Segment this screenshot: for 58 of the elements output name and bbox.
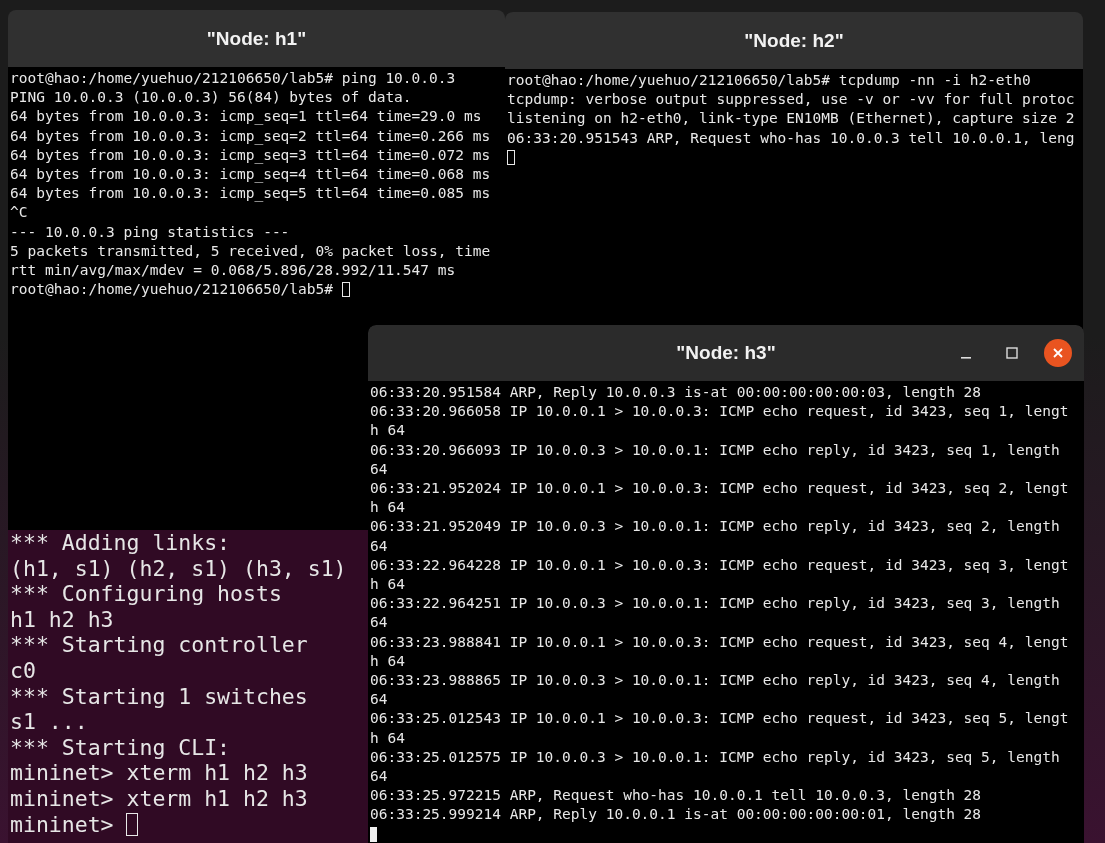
terminal-line: 64 xyxy=(370,690,388,710)
terminal-line: *** Configuring hosts xyxy=(10,581,282,607)
terminal-line: 06:33:25.972215 ARP, Request who-has 10.0.0.1 tell 10.0.0.3, length 28 xyxy=(370,786,982,806)
terminal-line: *** Starting controller xyxy=(10,632,308,658)
terminal-line: 06:33:20.951543 ARP, Request who-has 10.0.0.3 tell 10.0.0.1, leng xyxy=(507,128,1075,148)
terminal-line: 06:33:23.988865 IP 10.0.0.3 > 10.0.0.1: ICMP echo reply, id 3423, seq 4, length xyxy=(370,671,1060,691)
terminal-line: 64 xyxy=(370,613,388,633)
terminal-line: h 64 xyxy=(370,498,405,518)
terminal-line: mininet> xterm h1 h2 h3 xyxy=(10,760,308,786)
terminal-line: 06:33:25.012575 IP 10.0.0.3 > 10.0.0.1: ICMP echo reply, id 3423, seq 5, length xyxy=(370,747,1060,767)
terminal-line: 64 bytes from 10.0.0.3: icmp_seq=2 ttl=64 time=0.266 ms xyxy=(10,126,491,146)
terminal-line: PING 10.0.0.3 (10.0.0.3) 56(84) bytes of data. xyxy=(10,88,412,108)
minimize-icon xyxy=(961,357,971,359)
terminal-line: h 64 xyxy=(370,575,405,595)
terminal-line: 06:33:21.952024 IP 10.0.0.1 > 10.0.0.3: ICMP echo request, id 3423, seq 2, lengt xyxy=(370,479,1069,498)
terminal-line: c0 xyxy=(10,657,36,684)
terminal-line: *** Starting 1 switches xyxy=(10,683,308,710)
window-title: "Node: h3" xyxy=(676,342,776,364)
terminal-line: mininet> xyxy=(10,811,114,838)
terminal-line: 64 xyxy=(370,459,388,479)
terminal-line: mininet> xterm h1 h2 h3 xyxy=(10,785,308,812)
terminal-line: 64 bytes from 10.0.0.3: icmp_seq=3 ttl=64 time=0.072 ms xyxy=(10,145,491,165)
terminal-line: 64 xyxy=(370,536,388,556)
terminal-line: (h1, s1) (h2, s1) (h3, s1) xyxy=(10,555,347,582)
terminal-line: 64 bytes from 10.0.0.3: icmp_seq=4 ttl=64 time=0.068 ms xyxy=(10,165,491,185)
window-title: "Node: h1" xyxy=(206,27,307,50)
terminal-line: 06:33:22.964251 IP 10.0.0.3 > 10.0.0.1: ICMP echo reply, id 3423, seq 3, length xyxy=(370,594,1060,614)
terminal-line: 06:33:20.966093 IP 10.0.0.3 > 10.0.0.1: ICMP echo reply, id 3423, seq 1, length xyxy=(370,440,1060,460)
terminal-line: *** Starting CLI: xyxy=(10,734,231,761)
terminal-line: s1 ... xyxy=(10,709,88,735)
terminal-line: h 64 xyxy=(370,651,405,671)
terminal-line: 64 bytes from 10.0.0.3: icmp_seq=5 ttl=64 time=0.085 ms xyxy=(10,184,491,204)
terminal-line: 06:33:20.966058 IP 10.0.0.1 > 10.0.0.3: ICMP echo request, id 3423, seq 1, lengt xyxy=(370,402,1069,422)
terminal-line: 64 bytes from 10.0.0.3: icmp_seq=1 ttl=64 time=29.0 ms xyxy=(10,107,482,127)
terminal-line: --- 10.0.0.3 ping statistics --- xyxy=(10,222,290,242)
close-icon xyxy=(1052,347,1064,359)
terminal-line: listening on h2-eth0, link-type EN10MB (Ethernet), capture size 2 xyxy=(507,109,1075,129)
terminal-line: h 64 xyxy=(370,421,405,441)
terminal-line: 5 packets transmitted, 5 received, 0% packet loss, time xyxy=(10,241,491,261)
terminal-line: ^C xyxy=(10,203,28,223)
maximize-icon xyxy=(1006,347,1018,359)
window-title: "Node: h2" xyxy=(744,29,844,52)
terminal-line: rtt min/avg/max/mdev = 0.068/5.896/28.992/11.547 ms xyxy=(10,261,456,281)
terminal-line: root@hao:/home/yuehuo/212106650/lab5# tcpdump -nn -i h2-eth0 xyxy=(507,71,1031,90)
terminal-line: 06:33:22.964228 IP 10.0.0.1 > 10.0.0.3: ICMP echo request, id 3423, seq 3, lengt xyxy=(370,555,1069,575)
terminal-line: *** Adding links: xyxy=(10,530,231,556)
terminal-line: root@hao:/home/yuehuo/212106650/lab5# xyxy=(10,280,333,300)
terminal-line: 64 xyxy=(370,767,388,787)
terminal-line: h1 h2 h3 xyxy=(10,606,114,633)
terminal-line: 06:33:20.951584 ARP, Reply 10.0.0.3 is-at 00:00:00:00:00:03, length 28 xyxy=(370,383,982,402)
terminal-line: 06:33:25.999214 ARP, Reply 10.0.0.1 is-at 00:00:00:00:00:01, length 28 xyxy=(370,805,982,825)
terminal-line: 06:33:25.012543 IP 10.0.0.1 > 10.0.0.3: ICMP echo request, id 3423, seq 5, lengt xyxy=(370,709,1069,729)
terminal-line: 06:33:23.988841 IP 10.0.0.1 > 10.0.0.3: ICMP echo request, id 3423, seq 4, lengt xyxy=(370,632,1069,652)
terminal-line: 06:33:21.952049 IP 10.0.0.3 > 10.0.0.1: ICMP echo reply, id 3423, seq 2, length xyxy=(370,517,1060,537)
close-button[interactable] xyxy=(1044,339,1072,367)
terminal-line: h 64 xyxy=(370,728,405,748)
terminal-line: tcpdump: verbose output suppressed, use -v or -vv for full protoc xyxy=(507,90,1075,110)
terminal-line: root@hao:/home/yuehuo/212106650/lab5# ping 10.0.0.3 xyxy=(10,69,456,88)
